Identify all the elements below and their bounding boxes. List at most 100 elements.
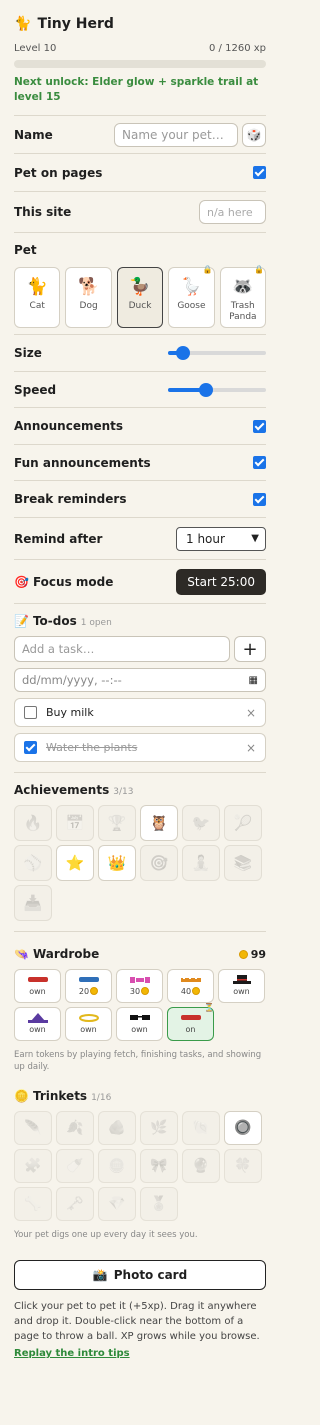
app-title: Tiny Herd xyxy=(37,16,114,32)
achievement-badge[interactable]: 📅 xyxy=(56,805,94,841)
task-checkbox[interactable] xyxy=(24,706,37,719)
achievement-badge[interactable]: 👑 xyxy=(98,845,136,881)
achievement-icon: 🎯 xyxy=(149,854,169,872)
wardrobe-item[interactable]: own xyxy=(14,969,61,1003)
app-header: 🐈 Tiny Herd xyxy=(14,14,266,34)
add-task-input[interactable]: Add a task… xyxy=(14,636,230,662)
memo-icon: 📝 xyxy=(14,614,29,628)
shades-icon xyxy=(129,1015,151,1022)
trinket-slot[interactable]: 🎀 xyxy=(140,1149,178,1183)
fun-announcements-checkbox[interactable] xyxy=(253,456,266,469)
remind-after-select[interactable]: 1 hour ▼ xyxy=(176,526,266,551)
task-checkbox[interactable] xyxy=(24,741,37,754)
level-label: Level 10 xyxy=(14,43,57,54)
dog-icon: 🐕 xyxy=(78,277,100,297)
pet-option-cat[interactable]: 🐈 Cat xyxy=(14,267,61,328)
wardrobe-item-status: own xyxy=(29,986,46,996)
wardrobe-item[interactable]: own xyxy=(65,1007,112,1041)
photo-card-label: Photo card xyxy=(113,1268,188,1282)
replay-intro-link[interactable]: Replay the intro tips xyxy=(14,1348,130,1359)
this-site-input[interactable]: n/a here xyxy=(199,200,266,224)
trinket-slot[interactable]: 🔮 xyxy=(182,1149,220,1183)
achievement-badge[interactable]: 📥 xyxy=(14,885,52,921)
break-reminders-checkbox[interactable] xyxy=(253,492,266,506)
trinket-icon: 🌿 xyxy=(150,1120,168,1136)
pet-name-input[interactable]: Name your pet… xyxy=(114,122,238,147)
pet-option-label: Dog xyxy=(79,301,98,311)
pet-option-trash-panda[interactable]: 🦝 Trash Panda 🔒 xyxy=(219,265,267,328)
photo-card-button[interactable]: 📸 Photo card xyxy=(14,1260,266,1290)
trinket-slot[interactable]: 🦴 xyxy=(14,1187,52,1221)
trinket-slot[interactable]: 🔘 xyxy=(224,1111,262,1145)
date-placeholder: dd/mm/yyyy, --:-- xyxy=(22,673,122,687)
trinket-slot[interactable]: 🐚 xyxy=(182,1111,220,1145)
achievement-badge[interactable]: 🎯 xyxy=(140,845,178,881)
trinket-slot[interactable]: 🧩 xyxy=(14,1149,52,1183)
achievement-icon: 📥 xyxy=(23,894,43,912)
trinket-slot[interactable]: 🗝️ xyxy=(56,1187,94,1221)
wardrobe-item[interactable]: 20 xyxy=(65,969,112,1003)
cap-icon xyxy=(180,1015,202,1022)
wardrobe-item[interactable]: 30 xyxy=(116,969,163,1003)
trinket-slot[interactable]: 🏅 xyxy=(140,1187,178,1221)
trinket-slot[interactable]: 🌿 xyxy=(140,1111,178,1145)
task-item: Water the plants × xyxy=(14,733,266,762)
pet-option-label: Goose xyxy=(177,301,206,311)
price-value: 20 xyxy=(78,986,90,996)
wardrobe-item[interactable]: 40 xyxy=(167,969,214,1003)
trinket-slot[interactable]: 🍀 xyxy=(224,1149,262,1183)
wardrobe-item[interactable]: own xyxy=(14,1007,61,1041)
trinket-slot[interactable]: 🍂 xyxy=(56,1111,94,1145)
goose-icon: 🪿 xyxy=(180,277,202,297)
trinket-icon: 🐚 xyxy=(192,1120,210,1136)
achievement-badge[interactable]: ⚾ xyxy=(14,845,52,881)
size-slider[interactable] xyxy=(168,346,266,360)
achievement-badge[interactable]: 📚 xyxy=(224,845,262,881)
pet-option-duck[interactable]: 🦆 Duck xyxy=(116,267,164,328)
wardrobe-item[interactable]: own xyxy=(116,1007,163,1041)
trash-panda-icon: 🦝 xyxy=(232,277,254,297)
wardrobe-item[interactable]: on ⏳ xyxy=(167,1003,214,1041)
coin-icon xyxy=(90,987,99,995)
trinket-slot[interactable]: 🍼 xyxy=(56,1149,94,1183)
pet-option-goose[interactable]: 🪿 Goose 🔒 xyxy=(168,265,215,328)
trinket-slot[interactable]: 🪨 xyxy=(98,1111,136,1145)
achievement-badge[interactable]: 🔥 xyxy=(14,805,52,841)
wardrobe-label: Wardrobe xyxy=(32,947,100,961)
pet-on-pages-checkbox[interactable] xyxy=(253,166,266,179)
speed-slider[interactable] xyxy=(168,382,266,397)
todos-count: 1 open xyxy=(80,618,112,628)
trinket-slot[interactable]: 🪶 xyxy=(14,1111,52,1145)
remove-task-button[interactable]: × xyxy=(246,741,256,755)
coin-icon xyxy=(192,987,201,995)
trinket-icon: 🏅 xyxy=(150,1196,168,1212)
achievement-badge[interactable]: 🏆 xyxy=(98,805,136,841)
announcements-label: Announcements xyxy=(14,419,124,433)
remove-task-button[interactable]: × xyxy=(246,706,256,720)
remind-after-label: Remind after xyxy=(14,531,103,546)
lock-icon: 🔒 xyxy=(202,265,213,274)
dice-icon: 🎲 xyxy=(246,127,262,142)
announcements-checkbox[interactable] xyxy=(253,419,266,433)
coin-icon xyxy=(141,987,150,995)
wardrobe-item-price: 30 xyxy=(130,987,150,996)
pet-option-dog[interactable]: 🐕 Dog xyxy=(65,267,112,328)
achievement-badge[interactable]: 🐦 xyxy=(182,805,220,841)
trinket-slot[interactable]: 💎 xyxy=(98,1187,136,1221)
size-label: Size xyxy=(14,346,42,360)
randomize-name-button[interactable]: 🎲 xyxy=(242,122,266,147)
achievement-badge[interactable]: 🦉 xyxy=(140,805,178,841)
achievement-badge[interactable]: 🧘 xyxy=(182,845,220,881)
task-due-date-input[interactable]: dd/mm/yyyy, --:-- ▦ xyxy=(14,668,266,692)
wardrobe-item-status: own xyxy=(233,986,250,996)
coin-icon xyxy=(238,949,248,959)
start-focus-button[interactable]: Start 25:00 xyxy=(176,568,266,595)
wardrobe-item[interactable]: own xyxy=(218,969,265,1003)
pet-label: Pet xyxy=(14,243,37,257)
achievement-badge[interactable]: 🎾 xyxy=(224,805,262,841)
achievement-badge[interactable]: ⭐ xyxy=(56,845,94,881)
duck-icon: 🦆 xyxy=(129,277,151,297)
trinket-slot[interactable]: 🪙 xyxy=(98,1149,136,1183)
achievement-icon: 👑 xyxy=(107,854,127,872)
add-task-button[interactable]: + xyxy=(234,636,266,662)
